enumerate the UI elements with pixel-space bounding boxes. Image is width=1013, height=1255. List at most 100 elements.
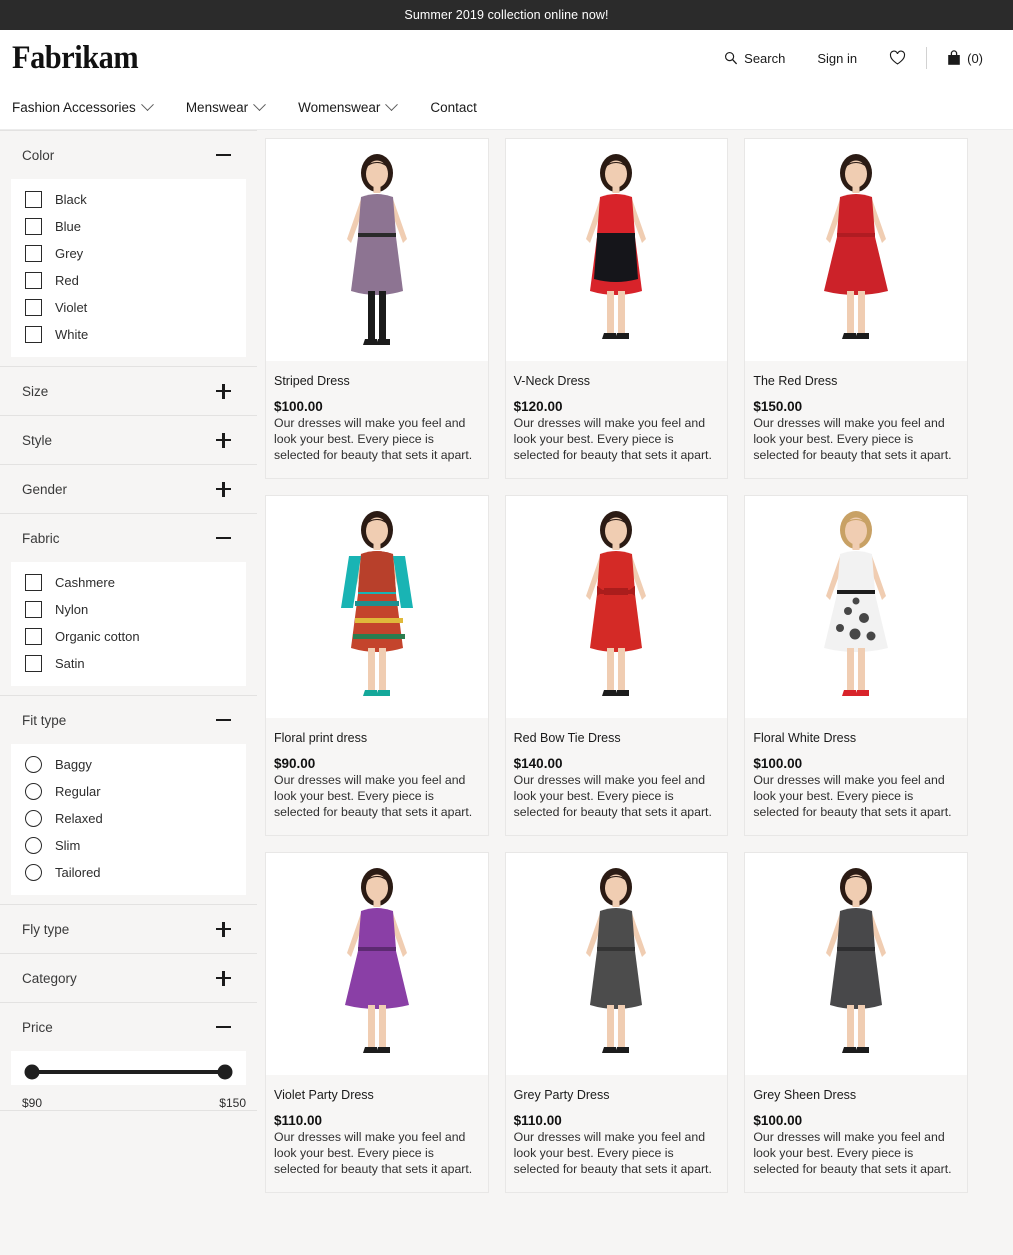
filter-option-label: Organic cotton xyxy=(55,629,140,644)
filter-option-blue[interactable]: Blue xyxy=(11,213,246,240)
collapse-minus-icon[interactable] xyxy=(216,1020,231,1035)
price-slider-track[interactable] xyxy=(32,1070,225,1074)
nav-item-fashion-accessories[interactable]: Fashion Accessories xyxy=(12,100,168,115)
filter-header-fabric[interactable]: Fabric xyxy=(0,514,257,562)
product-name: Grey Party Dress xyxy=(514,1088,720,1102)
filter-option-organic-cotton[interactable]: Organic cotton xyxy=(11,623,246,650)
product-image[interactable] xyxy=(745,853,967,1075)
product-name: Striped Dress xyxy=(274,374,480,388)
product-image[interactable] xyxy=(506,496,728,718)
checkbox[interactable] xyxy=(25,326,42,343)
wishlist-button[interactable] xyxy=(873,50,922,66)
expand-plus-icon[interactable] xyxy=(216,922,231,937)
filter-option-slim[interactable]: Slim xyxy=(11,832,246,859)
checkbox[interactable] xyxy=(25,299,42,316)
product-image[interactable] xyxy=(266,139,488,361)
product-description: Our dresses will make you feel and look … xyxy=(753,416,959,464)
product-name: The Red Dress xyxy=(753,374,959,388)
checkbox[interactable] xyxy=(25,191,42,208)
filter-header-color[interactable]: Color xyxy=(0,131,257,179)
checkbox[interactable] xyxy=(25,245,42,262)
nav-item-menswear[interactable]: Menswear xyxy=(186,100,280,115)
filter-option-regular[interactable]: Regular xyxy=(11,778,246,805)
expand-plus-icon[interactable] xyxy=(216,971,231,986)
filter-option-satin[interactable]: Satin xyxy=(11,650,246,677)
nav-item-womenswear[interactable]: Womenswear xyxy=(298,100,412,115)
filter-header-gender[interactable]: Gender xyxy=(0,465,257,513)
filter-header-fit-type[interactable]: Fit type xyxy=(0,696,257,744)
search-button[interactable]: Search xyxy=(708,51,801,66)
filter-option-violet[interactable]: Violet xyxy=(11,294,246,321)
filter-option-grey[interactable]: Grey xyxy=(11,240,246,267)
product-card[interactable]: Floral print dress$90.00Our dresses will… xyxy=(265,495,489,836)
filter-option-relaxed[interactable]: Relaxed xyxy=(11,805,246,832)
radio-button[interactable] xyxy=(25,864,42,881)
radio-button[interactable] xyxy=(25,810,42,827)
filter-section-fabric: Fabric CashmereNylon Organic cotton Satin xyxy=(0,514,257,696)
product-card[interactable]: Grey Party Dress$110.00Our dresses will … xyxy=(505,852,729,1193)
product-image[interactable] xyxy=(266,496,488,718)
product-image[interactable] xyxy=(745,139,967,361)
checkbox[interactable] xyxy=(25,272,42,289)
product-card[interactable]: Floral White Dress$100.00Our dresses wil… xyxy=(744,495,968,836)
product-illustration xyxy=(277,139,477,361)
product-illustration xyxy=(516,139,716,361)
filter-section-style: Style xyxy=(0,416,257,465)
filter-option-cashmere[interactable]: Cashmere xyxy=(11,569,246,596)
product-card[interactable]: The Red Dress$150.00Our dresses will mak… xyxy=(744,138,968,479)
filter-option-label: White xyxy=(55,327,88,342)
checkbox[interactable] xyxy=(25,218,42,235)
filter-option-nylon[interactable]: Nylon xyxy=(11,596,246,623)
checkbox[interactable] xyxy=(25,601,42,618)
price-slider-min-handle[interactable] xyxy=(25,1065,40,1080)
expand-plus-icon[interactable] xyxy=(216,433,231,448)
cart-count: (0) xyxy=(967,51,983,66)
product-card[interactable]: Grey Sheen Dress$100.00Our dresses will … xyxy=(744,852,968,1193)
filter-option-white[interactable]: White xyxy=(11,321,246,348)
price-slider-max-handle[interactable] xyxy=(218,1065,233,1080)
product-image[interactable] xyxy=(506,853,728,1075)
product-card[interactable]: Red Bow Tie Dress$140.00Our dresses will… xyxy=(505,495,729,836)
product-illustration xyxy=(277,496,477,718)
filter-section-size: Size xyxy=(0,367,257,416)
product-info: Grey Sheen Dress$100.00Our dresses will … xyxy=(745,1075,967,1192)
filter-title: Fit type xyxy=(22,713,66,728)
product-description: Our dresses will make you feel and look … xyxy=(274,773,480,821)
collapse-minus-icon[interactable] xyxy=(216,713,231,728)
price-range-labels: $90$150 xyxy=(0,1085,257,1110)
radio-button[interactable] xyxy=(25,837,42,854)
filter-options-fit-type: BaggyRegularRelaxedSlimTailored xyxy=(11,744,246,895)
radio-button[interactable] xyxy=(25,783,42,800)
site-logo[interactable]: Fabrikam xyxy=(12,42,138,75)
filter-option-red[interactable]: Red xyxy=(11,267,246,294)
product-image[interactable] xyxy=(745,496,967,718)
collapse-minus-icon[interactable] xyxy=(216,531,231,546)
product-image[interactable] xyxy=(266,853,488,1075)
expand-plus-icon[interactable] xyxy=(216,482,231,497)
checkbox[interactable] xyxy=(25,655,42,672)
nav-item-contact[interactable]: Contact xyxy=(430,100,493,115)
sign-in-link[interactable]: Sign in xyxy=(801,51,873,66)
filter-header-size[interactable]: Size xyxy=(0,367,257,415)
filter-option-baggy[interactable]: Baggy xyxy=(11,751,246,778)
cart-button[interactable]: (0) xyxy=(931,50,999,66)
filter-header-price[interactable]: Price xyxy=(0,1003,257,1051)
product-info: The Red Dress$150.00Our dresses will mak… xyxy=(745,361,967,478)
price-range-slider[interactable] xyxy=(11,1051,246,1085)
product-card[interactable]: Violet Party Dress$110.00Our dresses wil… xyxy=(265,852,489,1193)
radio-button[interactable] xyxy=(25,756,42,773)
product-image[interactable] xyxy=(506,139,728,361)
product-card[interactable]: V-Neck Dress$120.00Our dresses will make… xyxy=(505,138,729,479)
filter-header-fly-type[interactable]: Fly type xyxy=(0,905,257,953)
filter-option-tailored[interactable]: Tailored xyxy=(11,859,246,886)
expand-plus-icon[interactable] xyxy=(216,384,231,399)
checkbox[interactable] xyxy=(25,574,42,591)
product-card[interactable]: Striped Dress$100.00Our dresses will mak… xyxy=(265,138,489,479)
filter-title: Size xyxy=(22,384,48,399)
collapse-minus-icon[interactable] xyxy=(216,148,231,163)
checkbox[interactable] xyxy=(25,628,42,645)
header-divider xyxy=(926,47,927,69)
filter-option-black[interactable]: Black xyxy=(11,186,246,213)
filter-header-category[interactable]: Category xyxy=(0,954,257,1002)
filter-header-style[interactable]: Style xyxy=(0,416,257,464)
